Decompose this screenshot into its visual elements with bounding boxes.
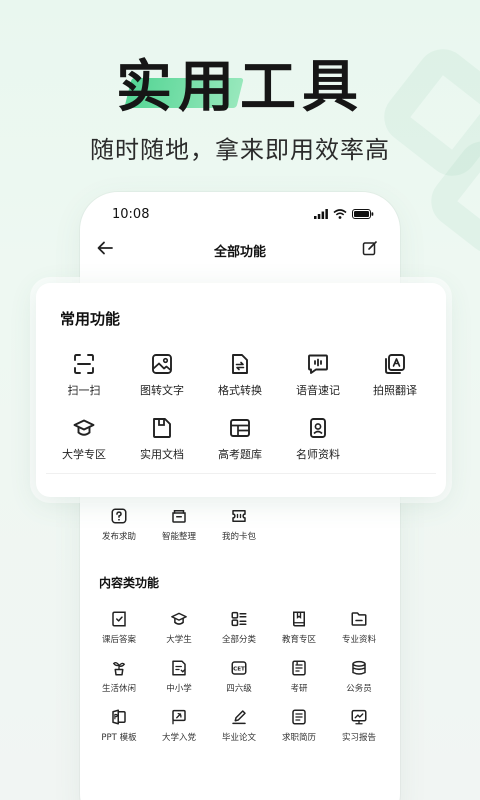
tool-label: 大学专区 — [62, 448, 106, 461]
tool-label: 公务员 — [346, 684, 372, 694]
tool-join-party[interactable]: 大学入党 — [146, 708, 212, 743]
tool-label: 发布求助 — [101, 532, 136, 542]
tool-label: 扫一扫 — [67, 384, 101, 397]
tool-college-students[interactable]: 大学生 — [146, 610, 212, 645]
tool-label: 名师资料 — [296, 448, 340, 461]
tool-k12[interactable]: 中小学 — [146, 659, 212, 694]
status-icons — [314, 209, 374, 219]
tool-label: 中小学 — [166, 684, 192, 694]
ppt-icon — [112, 709, 126, 725]
image-to-text-icon — [152, 354, 172, 374]
photo-translate-icon — [385, 354, 405, 374]
answer-book-icon — [112, 611, 126, 627]
tool-label: 拍照翻译 — [373, 384, 417, 397]
party-flag-icon — [172, 709, 186, 725]
tool-label: 毕业论文 — [221, 733, 256, 743]
page-title: 全部功能 — [213, 245, 266, 260]
tool-label: 语音速记 — [296, 384, 340, 397]
tool-practical-docs[interactable]: 实用文档 — [123, 416, 201, 462]
battery-icon — [352, 209, 374, 219]
status-bar: 10:08 — [80, 206, 400, 224]
graduation-cap-icon — [73, 419, 95, 436]
teacher-badge-icon — [310, 418, 326, 438]
tool-label: 专业资料 — [341, 635, 376, 645]
education-book-icon — [293, 611, 305, 627]
report-chart-icon — [351, 709, 367, 725]
question-bank-icon — [230, 419, 250, 437]
tool-image-to-text[interactable]: 图转文字 — [123, 352, 201, 398]
format-convert-icon — [232, 354, 248, 374]
category-icon — [231, 611, 247, 627]
tool-voice-note[interactable]: 语音速记 — [279, 352, 357, 398]
status-time: 10:08 — [112, 207, 150, 222]
section-title-content: 内容类功能 — [99, 576, 160, 590]
pen-paper-icon — [232, 710, 246, 725]
tool-label: 实习报告 — [341, 733, 376, 743]
tool-graduation-thesis[interactable]: 毕业论文 — [206, 708, 272, 743]
wifi-icon — [333, 209, 347, 219]
document-icon — [153, 418, 171, 438]
help-icon — [111, 508, 127, 524]
civil-servant-hat-icon — [352, 660, 366, 675]
tool-postgraduate-exam[interactable]: 考研 — [266, 659, 332, 694]
tool-label: 格式转换 — [218, 384, 262, 397]
tool-label: 图转文字 — [140, 384, 184, 397]
tool-internship-report[interactable]: 实习报告 — [326, 708, 392, 743]
tool-scan[interactable]: 扫一扫 — [45, 352, 123, 398]
resume-icon — [292, 709, 306, 725]
folder-icon — [351, 612, 367, 626]
tool-professional-materials[interactable]: 专业资料 — [326, 610, 392, 645]
tool-label: 四六级 — [226, 684, 252, 694]
tool-label: 教育专区 — [281, 635, 316, 645]
scan-icon — [74, 354, 94, 374]
tool-label: 智能整理 — [161, 532, 196, 542]
navbar: 全部功能 — [80, 236, 400, 264]
divider — [46, 473, 436, 474]
tool-cet[interactable]: CET 四六级 — [206, 659, 272, 694]
tool-university-zone[interactable]: 大学专区 — [45, 416, 123, 462]
tool-label: 考研 — [290, 684, 308, 694]
section-title-common: 常用功能 — [60, 310, 121, 328]
svg-text:CET: CET — [233, 667, 245, 673]
tool-label: 高考题库 — [218, 448, 262, 461]
organize-icon — [172, 510, 186, 523]
tool-all-categories[interactable]: 全部分类 — [206, 610, 272, 645]
signal-icon — [314, 209, 328, 219]
cet-icon: CET — [231, 661, 247, 675]
tool-life-leisure[interactable]: 生活休闲 — [86, 659, 152, 694]
tool-teacher-materials[interactable]: 名师资料 — [279, 416, 357, 462]
card-wallet-icon — [232, 510, 246, 522]
hero-subtitle: 随时随地，拿来即用效率高 — [90, 136, 390, 164]
tool-format-convert[interactable]: 格式转换 — [201, 352, 279, 398]
tool-label: 课后答案 — [101, 635, 136, 645]
hero-title: 实用工具 — [116, 55, 364, 120]
tool-label: 我的卡包 — [221, 532, 256, 542]
tool-post-help[interactable]: 发布求助 — [86, 507, 152, 542]
tool-label: 生活休闲 — [101, 684, 136, 694]
exam-book-icon — [292, 660, 306, 676]
tool-label: 全部分类 — [221, 635, 256, 645]
edit-icon[interactable] — [362, 240, 378, 256]
tool-label: 大学入党 — [161, 733, 196, 743]
tool-smart-organize[interactable]: 智能整理 — [146, 507, 212, 542]
tool-label: PPT 模板 — [101, 733, 137, 743]
tool-homework-answers[interactable]: 课后答案 — [86, 610, 152, 645]
tool-label: 大学生 — [166, 635, 192, 645]
plant-icon — [112, 661, 126, 676]
tool-education-zone[interactable]: 教育专区 — [266, 610, 332, 645]
tool-label: 求职简历 — [281, 733, 316, 743]
tool-my-cards[interactable]: 我的卡包 — [206, 507, 272, 542]
tool-label: 实用文档 — [140, 448, 184, 461]
school-doc-icon — [172, 660, 186, 676]
tool-ppt-template[interactable]: PPT 模板 — [86, 708, 152, 743]
tool-job-resume[interactable]: 求职简历 — [266, 708, 332, 743]
voice-note-icon — [308, 354, 328, 374]
graduation-cap-icon — [171, 612, 187, 625]
tool-question-bank[interactable]: 高考题库 — [201, 416, 279, 462]
tool-civil-servant[interactable]: 公务员 — [326, 659, 392, 694]
tool-photo-translate[interactable]: 拍照翻译 — [356, 352, 434, 398]
